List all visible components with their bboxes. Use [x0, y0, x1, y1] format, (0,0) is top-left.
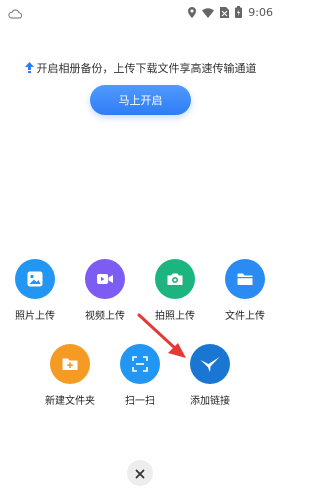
- red-arrow-icon: [137, 313, 186, 358]
- close-button[interactable]: [127, 460, 153, 486]
- close-icon: [135, 464, 145, 483]
